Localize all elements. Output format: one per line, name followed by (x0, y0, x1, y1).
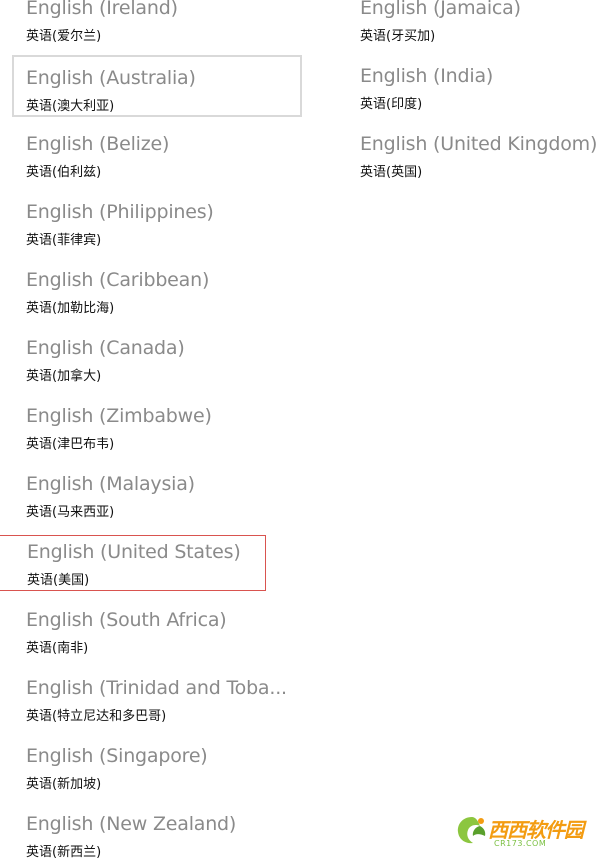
language-name: English (United States) (27, 541, 241, 563)
language-native-name: 英语(澳大利亚) (26, 99, 115, 114)
language-item-zimbabwe[interactable]: English (Zimbabwe) 英语(津巴布韦) (12, 395, 302, 457)
language-item-australia[interactable]: English (Australia) 英语(澳大利亚) (12, 55, 302, 117)
language-item-trinidad-and-tobago[interactable]: English (Trinidad and Toba... 英语(特立尼达和多巴… (12, 667, 302, 729)
language-name: English (Singapore) (26, 745, 208, 767)
language-name: English (India) (360, 65, 494, 87)
language-item-philippines[interactable]: English (Philippines) 英语(菲律宾) (12, 191, 302, 253)
language-name: English (Ireland) (26, 0, 178, 19)
language-native-name: 英语(津巴布韦) (26, 437, 115, 452)
language-name: English (New Zealand) (26, 813, 237, 835)
language-name: English (South Africa) (26, 609, 227, 631)
language-native-name: 英语(爱尔兰) (26, 29, 102, 44)
site-watermark: 西西软件园 CR173.COM (454, 808, 592, 852)
language-name: English (Jamaica) (360, 0, 521, 19)
language-item-united-states[interactable]: English (United States) 英语(美国) (0, 535, 266, 591)
language-native-name: 英语(印度) (360, 97, 423, 112)
language-native-name: 英语(马来西亚) (26, 505, 115, 520)
language-name: English (Belize) (26, 133, 170, 155)
language-native-name: 英语(牙买加) (360, 29, 436, 44)
language-name: English (Caribbean) (26, 269, 210, 291)
language-item-canada[interactable]: English (Canada) 英语(加拿大) (12, 327, 302, 389)
language-native-name: 英语(新加坡) (26, 777, 102, 792)
language-native-name: 英语(特立尼达和多巴哥) (26, 709, 167, 724)
language-item-south-africa[interactable]: English (South Africa) 英语(南非) (12, 599, 302, 661)
language-native-name: 英语(南非) (26, 641, 89, 656)
leaf-logo-icon (457, 817, 486, 844)
language-item-belize[interactable]: English (Belize) 英语(伯利兹) (12, 123, 302, 185)
language-item-india[interactable]: English (India) 英语(印度) (346, 55, 598, 117)
language-item-caribbean[interactable]: English (Caribbean) 英语(加勒比海) (12, 259, 302, 321)
language-item-jamaica[interactable]: English (Jamaica) 英语(牙买加) (346, 0, 598, 49)
language-native-name: 英语(加勒比海) (26, 301, 115, 316)
language-name: English (Zimbabwe) (26, 405, 212, 427)
language-native-name: 英语(新西兰) (26, 845, 102, 860)
language-name: English (United Kingdom) (360, 133, 598, 155)
language-name: English (Australia) (26, 67, 196, 89)
language-native-name: 英语(加拿大) (26, 369, 102, 384)
language-native-name: 英语(菲律宾) (26, 233, 102, 248)
language-item-singapore[interactable]: English (Singapore) 英语(新加坡) (12, 735, 302, 797)
language-native-name: 英语(美国) (27, 573, 90, 588)
language-name: English (Trinidad and Toba... (26, 677, 287, 699)
language-native-name: 英语(伯利兹) (26, 165, 102, 180)
language-item-united-kingdom[interactable]: English (United Kingdom) 英语(英国) (346, 123, 598, 185)
language-name: English (Malaysia) (26, 473, 195, 495)
watermark-url: CR173.COM (494, 839, 547, 848)
language-native-name: 英语(英国) (360, 165, 423, 180)
language-name: English (Canada) (26, 337, 185, 359)
language-item-malaysia[interactable]: English (Malaysia) 英语(马来西亚) (12, 463, 302, 525)
language-name: English (Philippines) (26, 201, 214, 223)
language-item-ireland[interactable]: English (Ireland) 英语(爱尔兰) (12, 0, 302, 49)
